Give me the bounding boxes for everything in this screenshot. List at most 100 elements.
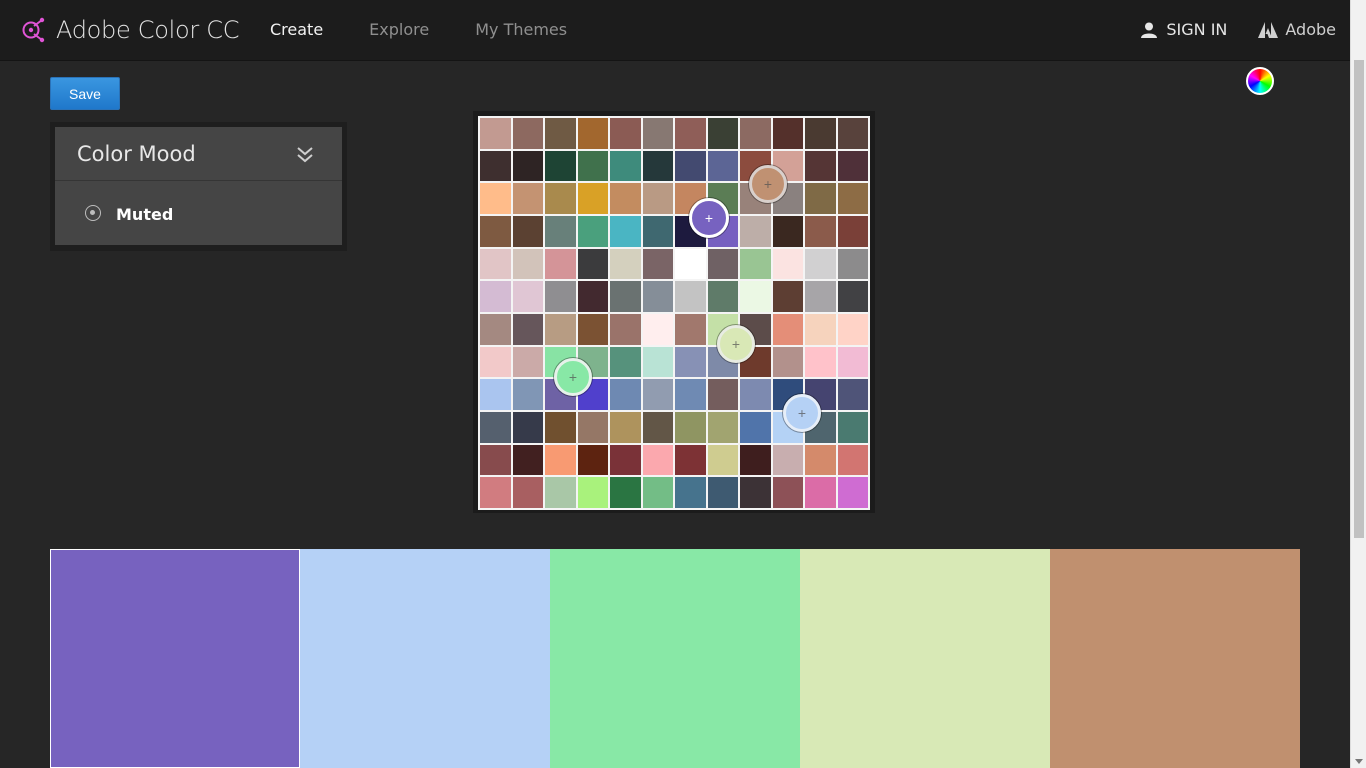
photo-cell[interactable] (837, 444, 868, 476)
photo-cell[interactable] (480, 150, 511, 182)
photo-cell[interactable] (675, 313, 706, 345)
photo-cell[interactable] (610, 444, 641, 476)
photo-cell[interactable] (577, 313, 608, 345)
swatch-4[interactable] (800, 549, 1050, 768)
photo-cell[interactable] (610, 346, 641, 378)
photo-cell[interactable] (512, 411, 543, 443)
photo-cell[interactable] (610, 411, 641, 443)
photo-cell[interactable] (577, 118, 608, 149)
photo-cell[interactable] (805, 183, 836, 214)
photo-cell[interactable] (837, 281, 868, 312)
double-chevron-down-icon[interactable] (296, 145, 314, 163)
photo-cell[interactable] (675, 150, 706, 182)
photo-cell[interactable] (512, 248, 543, 280)
photo-cell[interactable] (545, 150, 576, 182)
photo-cell[interactable] (610, 118, 641, 149)
photo-cell[interactable] (805, 313, 836, 345)
photo-cell[interactable] (707, 477, 738, 508)
scrollbar-thumb[interactable] (1354, 60, 1364, 538)
color-picker-marker-5[interactable]: + (783, 394, 821, 432)
photo-cell[interactable] (512, 118, 543, 149)
photo-cell[interactable] (480, 248, 511, 280)
photo-cell[interactable] (545, 444, 576, 476)
photo-cell[interactable] (837, 183, 868, 214)
photo-cell[interactable] (772, 215, 803, 247)
photo-cell[interactable] (577, 248, 608, 280)
photo-cell[interactable] (642, 313, 673, 345)
photo-cell[interactable] (610, 281, 641, 312)
photo-cell[interactable] (480, 281, 511, 312)
save-button[interactable]: Save (50, 77, 120, 110)
photo-cell[interactable] (545, 477, 576, 508)
swatch-5[interactable] (1050, 549, 1300, 768)
photo-cell[interactable] (512, 346, 543, 378)
photo-cell[interactable] (480, 183, 511, 214)
photo-cell[interactable] (740, 379, 771, 410)
sign-in-link[interactable]: SIGN IN (1140, 20, 1227, 39)
photo-cell[interactable] (675, 477, 706, 508)
photo-cell[interactable] (512, 281, 543, 312)
photo-cell[interactable] (610, 477, 641, 508)
photo-cell[interactable] (610, 215, 641, 247)
photo-cell[interactable] (642, 346, 673, 378)
photo-cell[interactable] (805, 118, 836, 149)
photo-cell[interactable] (772, 346, 803, 378)
photo-cell[interactable] (675, 346, 706, 378)
photo-cell[interactable] (512, 313, 543, 345)
photo-cell[interactable] (740, 215, 771, 247)
photo-cell[interactable] (740, 444, 771, 476)
photo-cell[interactable] (577, 444, 608, 476)
photo-cell[interactable] (707, 150, 738, 182)
photo-cell[interactable] (805, 150, 836, 182)
photo-cell[interactable] (772, 313, 803, 345)
photo-cell[interactable] (642, 150, 673, 182)
photo-cell[interactable] (837, 118, 868, 149)
photo-cell[interactable] (512, 215, 543, 247)
photo-cell[interactable] (577, 183, 608, 214)
photo-cell[interactable] (707, 281, 738, 312)
photo-cell[interactable] (512, 379, 543, 410)
photo-cell[interactable] (772, 444, 803, 476)
photo-cell[interactable] (707, 379, 738, 410)
photo-cell[interactable] (772, 118, 803, 149)
page-scrollbar[interactable] (1350, 0, 1366, 768)
app-logo[interactable]: Adobe Color CC (20, 14, 239, 46)
photo-cell[interactable] (480, 379, 511, 410)
photo-cell[interactable] (480, 313, 511, 345)
adobe-link[interactable]: Adobe (1257, 20, 1336, 39)
photo-cell[interactable] (772, 477, 803, 508)
photo-cell[interactable] (740, 477, 771, 508)
photo-cell[interactable] (707, 118, 738, 149)
photo-cell[interactable] (805, 215, 836, 247)
photo-cell[interactable] (610, 150, 641, 182)
photo-cell[interactable] (675, 379, 706, 410)
photo-cell[interactable] (805, 444, 836, 476)
photo-cell[interactable] (642, 477, 673, 508)
photo-cell[interactable] (480, 118, 511, 149)
photo-cell[interactable] (707, 248, 738, 280)
photo-cell[interactable] (545, 248, 576, 280)
photo-cell[interactable] (642, 248, 673, 280)
photo-cell[interactable] (837, 150, 868, 182)
photo-cell[interactable] (512, 150, 543, 182)
photo-cell[interactable] (577, 411, 608, 443)
radio-selected-icon[interactable] (85, 205, 101, 221)
color-picker-marker-4[interactable]: + (554, 358, 592, 396)
nav-explore[interactable]: Explore (369, 20, 429, 39)
photo-cell[interactable] (512, 477, 543, 508)
photo-cell[interactable] (545, 281, 576, 312)
photo-cell[interactable] (837, 215, 868, 247)
photo-cell[interactable] (837, 313, 868, 345)
photo-cell[interactable] (772, 281, 803, 312)
swatch-3[interactable] (550, 549, 800, 768)
scroll-down-arrow-icon[interactable] (1355, 759, 1363, 764)
color-wheel-icon[interactable] (1246, 67, 1274, 95)
photo-cell[interactable] (512, 444, 543, 476)
photo-cell[interactable] (642, 379, 673, 410)
photo-cell[interactable] (610, 379, 641, 410)
photo-cell[interactable] (480, 346, 511, 378)
photo-cell[interactable] (740, 118, 771, 149)
photo-cell[interactable] (545, 313, 576, 345)
photo-cell[interactable] (642, 118, 673, 149)
photo-cell[interactable] (642, 411, 673, 443)
